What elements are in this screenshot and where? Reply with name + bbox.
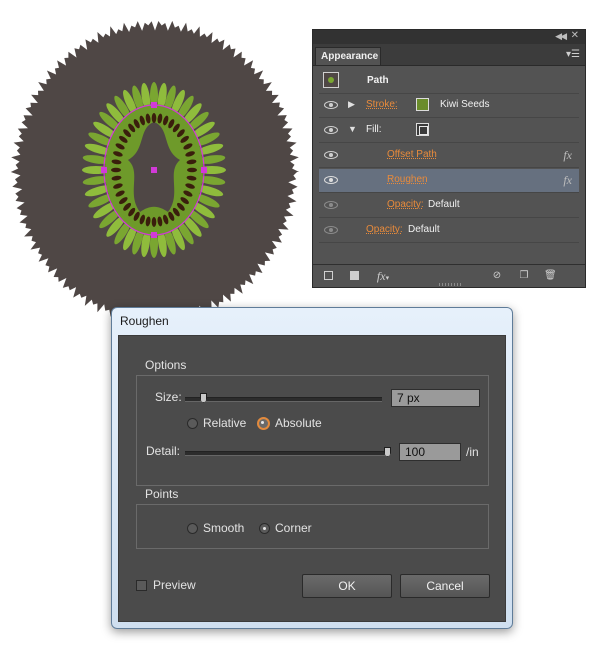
stroke-brush-value: Kiwi Seeds bbox=[440, 99, 490, 110]
fill-label: Fill: bbox=[366, 124, 382, 135]
fill-row[interactable]: ▼ Fill: bbox=[319, 119, 579, 143]
dialog-title: Roughen bbox=[120, 314, 169, 328]
fill-opacity-row[interactable]: Opacity: Default bbox=[319, 194, 579, 218]
kiwi-seed bbox=[111, 167, 121, 173]
visibility-eye-icon[interactable] bbox=[324, 176, 338, 184]
offset-path-row[interactable]: Offset Path fx bbox=[319, 144, 579, 168]
opacity-row[interactable]: Opacity: Default bbox=[319, 219, 579, 243]
dialog-body: Options Size: 7 px Relative Absolute Det… bbox=[118, 335, 506, 622]
collapse-triangle-icon[interactable]: ▼ bbox=[348, 124, 357, 134]
anchor-point-bottom[interactable] bbox=[151, 232, 157, 238]
roughen-row[interactable]: Roughen fx bbox=[319, 169, 579, 193]
fill-swatch[interactable] bbox=[416, 123, 429, 136]
offset-path-effect-link[interactable]: Offset Path bbox=[387, 149, 437, 160]
add-effect-icon[interactable]: fx▾ bbox=[373, 270, 393, 282]
expand-triangle-icon[interactable]: ▶ bbox=[348, 99, 355, 110]
ok-button[interactable]: OK bbox=[302, 574, 392, 598]
opacity-value: Default bbox=[408, 224, 440, 235]
points-group-title: Points bbox=[145, 487, 179, 501]
smooth-label[interactable]: Smooth bbox=[203, 521, 244, 535]
delete-item-icon[interactable]: 🗑 bbox=[544, 270, 557, 282]
visibility-eye-icon[interactable] bbox=[324, 201, 338, 209]
stroke-label[interactable]: Stroke: bbox=[366, 99, 398, 110]
fill-opacity-link[interactable]: Opacity: bbox=[387, 199, 424, 210]
corner-radio[interactable] bbox=[259, 523, 270, 534]
add-effect-label: fx bbox=[376, 269, 386, 283]
clear-appearance-icon[interactable]: ⊘ bbox=[491, 270, 503, 282]
anchor-point-top[interactable] bbox=[151, 102, 157, 108]
kiwi-seed bbox=[151, 113, 157, 123]
fx-icon: fx bbox=[563, 173, 572, 187]
new-stroke-icon[interactable] bbox=[323, 270, 335, 282]
preview-checkbox[interactable] bbox=[136, 580, 147, 591]
absolute-label[interactable]: Absolute bbox=[275, 416, 322, 430]
detail-label: Detail: bbox=[146, 444, 181, 458]
resize-grip-icon[interactable] bbox=[439, 283, 461, 286]
object-type-label: Path bbox=[367, 75, 389, 86]
absolute-radio[interactable] bbox=[257, 417, 270, 430]
fx-icon: fx bbox=[563, 148, 572, 162]
size-input[interactable]: 7 px bbox=[391, 389, 480, 407]
visibility-eye-icon[interactable] bbox=[324, 101, 338, 109]
visibility-eye-icon[interactable] bbox=[324, 151, 338, 159]
size-slider-track[interactable] bbox=[185, 397, 382, 402]
detail-input[interactable]: 100 bbox=[399, 443, 461, 461]
panel-tab-bar: Appearance ▾☰ bbox=[313, 44, 585, 66]
anchor-point-left[interactable] bbox=[101, 167, 107, 173]
smooth-radio[interactable] bbox=[187, 523, 198, 534]
relative-label[interactable]: Relative bbox=[203, 416, 246, 430]
corner-label[interactable]: Corner bbox=[275, 521, 312, 535]
visibility-eye-icon[interactable] bbox=[324, 126, 338, 134]
center-point bbox=[151, 167, 157, 173]
visibility-eye-icon[interactable] bbox=[324, 226, 338, 234]
double-chevron-left-icon[interactable]: ◀◀ bbox=[555, 31, 567, 42]
path-thumbnail-icon bbox=[323, 72, 339, 88]
preview-label[interactable]: Preview bbox=[153, 578, 196, 592]
appearance-toolbar: fx▾ ⊘ ❐ 🗑 bbox=[313, 264, 585, 287]
points-group: Points Smooth Corner bbox=[136, 487, 489, 549]
kiwi-artwork bbox=[10, 20, 300, 325]
cancel-button[interactable]: Cancel bbox=[400, 574, 490, 598]
options-group: Options Size: 7 px Relative Absolute Det… bbox=[136, 358, 489, 486]
kiwi-seed bbox=[187, 167, 197, 173]
roughen-dialog: Roughen Options Size: 7 px Relative Abso… bbox=[111, 307, 513, 629]
stroke-row[interactable]: ▶ Stroke: Kiwi Seeds bbox=[319, 94, 579, 118]
relative-radio[interactable] bbox=[187, 418, 198, 429]
detail-unit-label: /in bbox=[466, 445, 479, 459]
kiwi-seed bbox=[151, 217, 157, 227]
anchor-point-right[interactable] bbox=[201, 167, 207, 173]
panel-menu-icon[interactable]: ▾☰ bbox=[566, 49, 580, 60]
roughen-effect-link[interactable]: Roughen bbox=[387, 174, 428, 185]
options-group-title: Options bbox=[145, 358, 187, 372]
duplicate-item-icon[interactable]: ❐ bbox=[518, 270, 530, 282]
tab-appearance[interactable]: Appearance bbox=[315, 47, 381, 65]
appearance-header-row[interactable]: Path bbox=[319, 70, 579, 94]
close-icon[interactable]: ✕ bbox=[571, 30, 579, 41]
new-fill-icon[interactable] bbox=[349, 270, 361, 282]
opacity-link[interactable]: Opacity: bbox=[366, 224, 403, 235]
fill-opacity-value: Default bbox=[428, 199, 460, 210]
size-label: Size: bbox=[155, 390, 182, 404]
panel-title-strip: ◀◀ ✕ bbox=[313, 30, 585, 44]
stroke-swatch[interactable] bbox=[416, 98, 429, 111]
detail-slider-track[interactable] bbox=[185, 451, 390, 456]
appearance-panel: ◀◀ ✕ Appearance ▾☰ Path ▶ Stroke: Kiwi S… bbox=[312, 29, 586, 288]
